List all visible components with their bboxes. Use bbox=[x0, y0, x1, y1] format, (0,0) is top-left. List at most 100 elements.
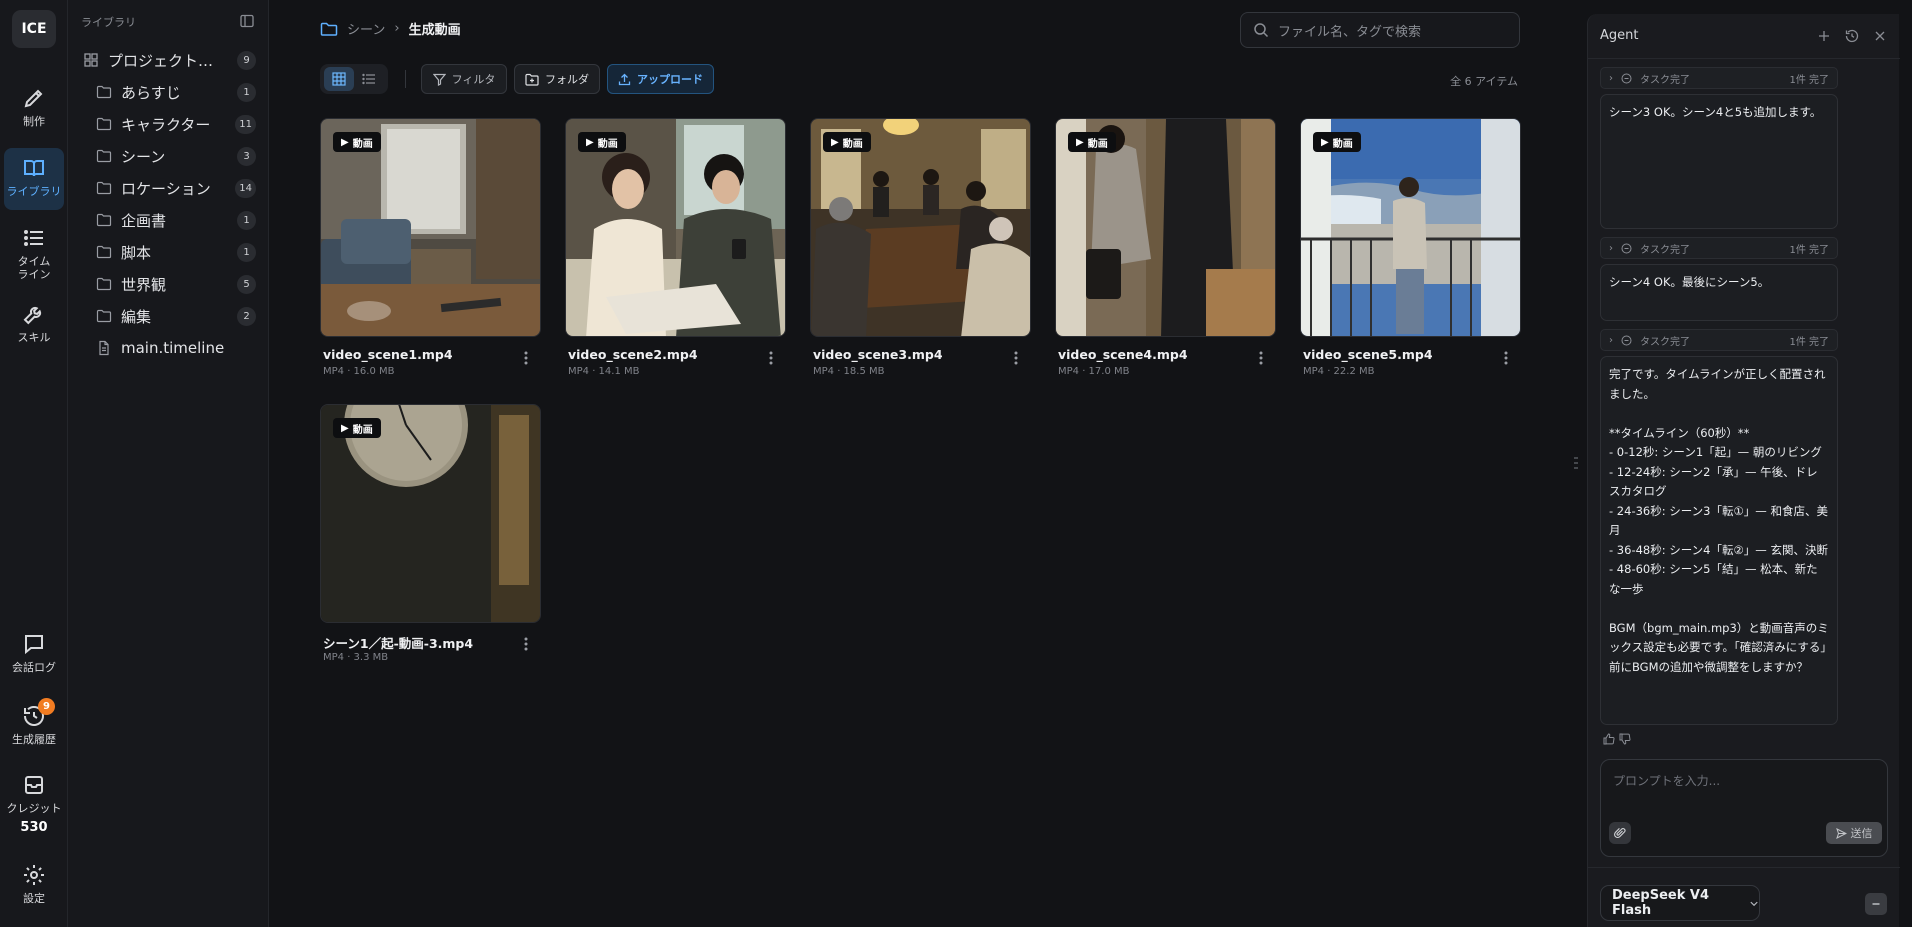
rail-item-library[interactable]: ライブラリ bbox=[4, 148, 64, 210]
minimize-button[interactable] bbox=[1865, 893, 1887, 915]
filter-icon bbox=[432, 73, 446, 86]
video-thumbnail[interactable]: ▶ 動画 bbox=[810, 118, 1031, 337]
file-icon bbox=[99, 340, 109, 356]
rail-item-create[interactable]: 制作 bbox=[0, 86, 68, 128]
upload-button[interactable]: アップロード bbox=[607, 64, 714, 94]
tree-item[interactable]: 編集 2 bbox=[68, 302, 269, 330]
gear-icon bbox=[24, 865, 44, 885]
model-selector[interactable]: DeepSeek V4 Flash bbox=[1600, 885, 1760, 921]
view-toggle bbox=[320, 64, 388, 94]
file-card[interactable]: ▶ 動画 シーン1／起-動画-3.mp4 MP4 · 3.3 MB bbox=[320, 404, 541, 663]
tree-count: 1 bbox=[237, 82, 256, 102]
minus-icon bbox=[1872, 903, 1880, 905]
more-icon[interactable] bbox=[1499, 349, 1513, 367]
library-header: ライブラリ bbox=[81, 16, 136, 29]
paperclip-icon bbox=[1614, 828, 1626, 839]
task-status-row[interactable]: › タスク完了 1件 完了 bbox=[1600, 329, 1838, 351]
filter-button[interactable]: フィルタ bbox=[421, 64, 507, 94]
video-badge: ▶ 動画 bbox=[578, 132, 626, 152]
tree-item[interactable]: シーン 3 bbox=[68, 142, 269, 170]
tree-item[interactable]: 世界観 5 bbox=[68, 270, 269, 298]
task-status-row[interactable]: › タスク完了 1件 完了 bbox=[1600, 67, 1838, 89]
folder-icon bbox=[96, 245, 112, 259]
video-thumbnail[interactable]: ▶ 動画 bbox=[320, 404, 541, 623]
panel-resize-handle[interactable] bbox=[1574, 456, 1578, 470]
search-icon bbox=[1254, 23, 1269, 38]
folder-icon bbox=[320, 22, 338, 36]
file-name: video_scene5.mp4 bbox=[1303, 347, 1433, 362]
file-card[interactable]: ▶ 動画 video_scene5.mp4 MP4 · 22.2 MB bbox=[1300, 118, 1521, 377]
tree-label: 世界観 bbox=[121, 275, 167, 294]
send-button[interactable]: 送信 bbox=[1826, 822, 1882, 844]
task-count: 1件 完了 bbox=[1789, 336, 1829, 348]
tree-item-project-assets[interactable]: プロジェクトア… 9 bbox=[68, 46, 269, 74]
pen-icon bbox=[24, 89, 43, 108]
file-card[interactable]: ▶ 動画 video_scene3.mp4 MP4 · 18.5 MB bbox=[810, 118, 1031, 377]
task-status-row[interactable]: › タスク完了 1件 完了 bbox=[1600, 237, 1838, 259]
breadcrumb-separator: › bbox=[394, 21, 400, 36]
agent-panel: Agent › タスク完了 1件 完了 › タスク完了 1件 完了 › タスク完了 1件 完了シ… bbox=[1587, 14, 1900, 927]
attach-button[interactable] bbox=[1609, 822, 1631, 844]
tree-count: 3 bbox=[237, 146, 256, 166]
more-icon[interactable] bbox=[519, 635, 533, 653]
rail-item-settings[interactable]: 設定 bbox=[0, 863, 68, 905]
video-thumbnail[interactable]: ▶ 動画 bbox=[565, 118, 786, 337]
file-name: video_scene1.mp4 bbox=[323, 347, 453, 362]
search-input[interactable]: ファイル名、タグで検索 bbox=[1278, 21, 1421, 40]
new-chat-icon[interactable] bbox=[1816, 28, 1832, 44]
video-badge: ▶ 動画 bbox=[333, 132, 381, 152]
tree-count: 9 bbox=[237, 50, 256, 70]
rail-item-skills[interactable]: スキル bbox=[0, 302, 68, 344]
folder-icon bbox=[96, 117, 112, 131]
video-thumbnail[interactable]: ▶ 動画 bbox=[1055, 118, 1276, 337]
prompt-box[interactable]: プロンプトを入力... 送信 bbox=[1600, 759, 1888, 857]
video-thumbnail[interactable]: ▶ 動画 bbox=[320, 118, 541, 337]
tree-item[interactable]: 脚本 1 bbox=[68, 238, 269, 266]
more-icon[interactable] bbox=[1009, 349, 1023, 367]
thumbs-up-icon[interactable] bbox=[1603, 733, 1615, 745]
thumbs-down-icon[interactable] bbox=[1619, 733, 1631, 745]
rail-label: 設定 bbox=[23, 892, 45, 905]
rail-item-credit[interactable]: クレジット 530 bbox=[0, 773, 68, 834]
tree-item[interactable]: main.timeline bbox=[68, 334, 269, 362]
sidebar-collapse-icon[interactable] bbox=[239, 13, 255, 29]
play-icon: ▶ bbox=[1076, 136, 1084, 148]
file-card[interactable]: ▶ 動画 video_scene2.mp4 MP4 · 14.1 MB bbox=[565, 118, 786, 377]
agent-message: シーン3 OK。シーン4と5も追加します。 bbox=[1600, 94, 1838, 229]
video-badge-label: 動画 bbox=[1087, 138, 1108, 150]
tree-item[interactable]: キャラクター 11 bbox=[68, 110, 269, 138]
more-icon[interactable] bbox=[519, 349, 533, 367]
folder-icon bbox=[96, 149, 112, 163]
list-view-button[interactable] bbox=[354, 67, 384, 91]
tree-item[interactable]: ロケーション 14 bbox=[68, 174, 269, 202]
more-icon[interactable] bbox=[1254, 349, 1268, 367]
agent-message: 完了です。タイムラインが正しく配置されました。 **タイムライン（60秒）** … bbox=[1600, 356, 1838, 725]
rail-item-history[interactable]: 9 生成履歴 bbox=[0, 698, 68, 746]
history-icon[interactable] bbox=[1844, 28, 1860, 44]
credit-value: 530 bbox=[20, 820, 48, 835]
tree-item[interactable]: あらすじ 1 bbox=[68, 78, 269, 106]
file-name: video_scene3.mp4 bbox=[813, 347, 943, 362]
upload-icon bbox=[618, 73, 631, 85]
tree-count: 2 bbox=[237, 306, 256, 326]
prompt-input[interactable]: プロンプトを入力... bbox=[1613, 772, 1720, 789]
wrench-icon bbox=[23, 306, 42, 325]
file-card[interactable]: ▶ 動画 video_scene4.mp4 MP4 · 17.0 MB bbox=[1055, 118, 1276, 377]
tree-item[interactable]: 企画書 1 bbox=[68, 206, 269, 234]
video-thumbnail[interactable]: ▶ 動画 bbox=[1300, 118, 1521, 337]
video-badge: ▶ 動画 bbox=[333, 418, 381, 438]
file-card[interactable]: ▶ 動画 video_scene1.mp4 MP4 · 16.0 MB bbox=[320, 118, 541, 377]
close-icon[interactable] bbox=[1872, 28, 1888, 44]
rail-item-chat-log[interactable]: 会話ログ bbox=[0, 632, 68, 674]
chevron-down-icon bbox=[1750, 901, 1758, 906]
check-circle-icon bbox=[1621, 243, 1632, 253]
search-box[interactable]: ファイル名、タグで検索 bbox=[1240, 12, 1520, 48]
agent-footer-divider bbox=[1588, 867, 1900, 868]
folder-button[interactable]: フォルダ bbox=[514, 64, 600, 94]
rail-item-timeline[interactable]: タイム ライン bbox=[0, 226, 68, 281]
check-circle-icon bbox=[1621, 73, 1632, 83]
more-icon[interactable] bbox=[764, 349, 778, 367]
grid-view-button[interactable] bbox=[324, 67, 354, 91]
breadcrumb-parent[interactable]: シーン bbox=[347, 19, 385, 38]
app-logo[interactable]: ICE bbox=[12, 10, 56, 48]
